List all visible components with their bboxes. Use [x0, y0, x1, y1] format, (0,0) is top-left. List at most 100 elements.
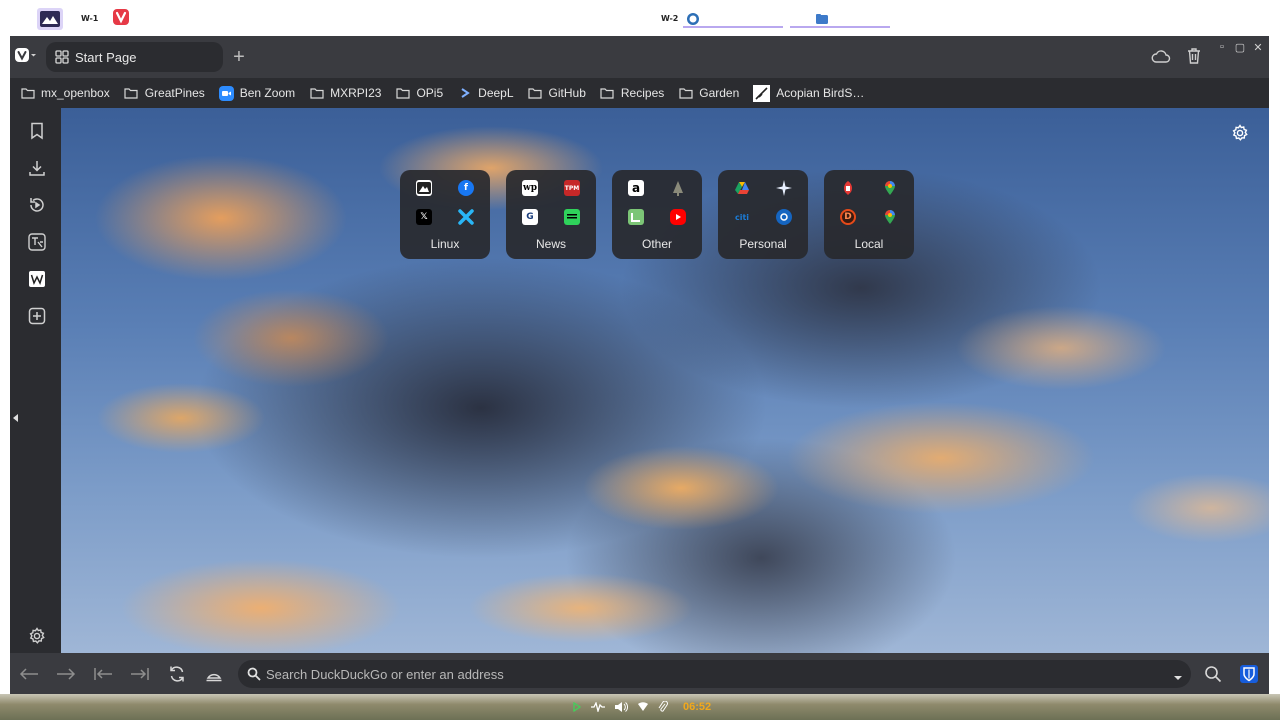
window-indicator-github	[683, 26, 783, 28]
bookmark-mxrpi23[interactable]: MXRPI23	[309, 86, 381, 101]
maps-pin-icon[interactable]	[882, 209, 898, 225]
wifi-icon[interactable]	[637, 702, 649, 712]
vivaldi-taskbar-icon[interactable]	[112, 8, 130, 30]
chevron-down-icon[interactable]	[1173, 670, 1183, 680]
bookmark-greatpines[interactable]: GreatPines	[124, 86, 205, 101]
close-button[interactable]: ✕	[1251, 40, 1265, 54]
google-drive-icon[interactable]	[734, 180, 750, 196]
reload-icon[interactable]	[167, 664, 187, 684]
bookmark-acopian-birdseed[interactable]: Acopian BirdS…	[753, 84, 864, 102]
green-news-icon[interactable]	[564, 209, 580, 225]
bookmark-opi5[interactable]: OPi5	[395, 86, 443, 101]
bookmark-garden[interactable]: Garden	[678, 86, 739, 101]
volume-icon[interactable]	[614, 701, 628, 713]
tab-start-page[interactable]: Start Page	[46, 42, 223, 72]
browser-window: Start Page + ▫ ▢ ✕ mx_openbox GreatPines	[10, 36, 1269, 694]
bookmark-recipes[interactable]: Recipes	[600, 86, 664, 101]
forward-arrow-icon[interactable]	[56, 664, 76, 684]
bookmark-github[interactable]: GitHub	[528, 86, 586, 101]
bitwarden-icon[interactable]	[1239, 664, 1259, 684]
wp-icon[interactable]: wp	[522, 180, 538, 196]
bookmark-label: GitHub	[548, 86, 586, 100]
speed-dial-folder-linux[interactable]: f 𝕏 Linux	[400, 170, 490, 259]
side-panel	[10, 108, 61, 653]
google-news-icon[interactable]: G	[522, 209, 538, 225]
top-taskbar: W-1 W-2	[0, 0, 1280, 36]
blue-circle-icon[interactable]	[776, 209, 792, 225]
system-tray: 06:52	[0, 694, 1280, 720]
x-icon[interactable]: 𝕏	[416, 209, 432, 225]
tab-title: Start Page	[75, 49, 137, 65]
home-icon[interactable]	[204, 664, 224, 684]
folder-icon	[528, 86, 543, 101]
bookmark-label: OPi5	[416, 86, 444, 100]
settings-gear-icon[interactable]	[27, 626, 47, 646]
translate-panel-icon[interactable]	[27, 232, 47, 252]
search-icon	[247, 667, 261, 681]
bookmark-label: Garden	[699, 86, 740, 100]
speed-dial-folder-news[interactable]: wp TPM G News	[506, 170, 596, 259]
bookmark-bar: mx_openbox GreatPines Ben Zoom MXRPI23 O…	[10, 78, 1269, 108]
window-indicator-files	[790, 26, 890, 28]
d-logo-icon[interactable]: D	[840, 209, 856, 225]
green-card-icon[interactable]	[628, 209, 644, 225]
cross-icon[interactable]	[458, 209, 474, 225]
star-icon[interactable]	[776, 180, 792, 196]
sync-cloud-icon[interactable]	[1151, 48, 1171, 66]
bookmark-deepl[interactable]: DeepL	[457, 86, 514, 101]
start-page: f 𝕏 Linux wp TPM G News a Other citi Per…	[61, 108, 1269, 653]
play-icon[interactable]	[572, 702, 582, 712]
bookmark-label: GreatPines	[144, 86, 205, 100]
workspace-2-label[interactable]: W-2	[661, 0, 678, 36]
folder-icon	[600, 86, 615, 101]
trash-icon[interactable]	[1186, 47, 1202, 65]
speed-dial-folder-personal[interactable]: citi Personal	[718, 170, 808, 259]
new-tab-button[interactable]: +	[228, 46, 250, 68]
vivaldi-menu-button[interactable]	[14, 44, 38, 66]
bookmarks-panel-icon[interactable]	[27, 121, 47, 141]
speed-dial-label: Personal	[739, 237, 787, 251]
bookmark-label: Recipes	[620, 86, 665, 100]
clock[interactable]: 06:52	[683, 701, 711, 713]
minimize-button[interactable]: ▫	[1215, 40, 1229, 54]
workspace-1-label[interactable]: W-1	[81, 0, 98, 36]
speed-dial-label: Local	[854, 237, 884, 251]
network-activity-icon[interactable]	[591, 702, 605, 712]
address-toolbar: Search DuckDuckGo or enter an address	[10, 653, 1269, 694]
bookmark-mx-openbox[interactable]: mx_openbox	[20, 86, 110, 101]
file-manager-taskbar-icon[interactable]	[815, 12, 829, 34]
speed-dial-label: Linux	[430, 237, 460, 251]
red-logo-icon[interactable]	[840, 180, 856, 196]
bookmark-ben-zoom[interactable]: Ben Zoom	[218, 85, 295, 101]
search-button-icon[interactable]	[1203, 664, 1223, 684]
image-viewer-app-icon[interactable]	[37, 8, 63, 30]
folder-icon	[309, 86, 324, 101]
address-bar[interactable]: Search DuckDuckGo or enter an address	[238, 660, 1191, 688]
speed-dial-folder-other[interactable]: a Other	[612, 170, 702, 259]
paperclip-icon[interactable]	[658, 701, 668, 713]
speed-dial-folder-local[interactable]: D Local	[824, 170, 914, 259]
amazon-icon[interactable]: a	[628, 180, 644, 196]
tpm-icon[interactable]: TPM	[564, 180, 580, 196]
address-placeholder: Search DuckDuckGo or enter an address	[266, 666, 504, 682]
youtube-icon[interactable]	[670, 209, 686, 225]
tree-icon[interactable]	[670, 180, 686, 196]
grid-icon	[55, 50, 69, 64]
bookmark-label: MXRPI23	[330, 86, 382, 100]
back-arrow-icon[interactable]	[19, 664, 39, 684]
maps-pin-icon[interactable]	[882, 180, 898, 196]
zoom-icon	[218, 85, 234, 101]
github-taskbar-icon[interactable]	[686, 12, 700, 34]
citi-icon[interactable]: citi	[734, 209, 750, 225]
wikipedia-panel-icon[interactable]	[27, 269, 47, 289]
history-panel-icon[interactable]	[27, 195, 47, 215]
maximize-button[interactable]: ▢	[1233, 40, 1247, 54]
start-page-settings-icon[interactable]	[1231, 124, 1249, 142]
collapse-panel-arrow-icon[interactable]	[12, 410, 20, 422]
fast-forward-icon[interactable]	[130, 664, 150, 684]
facebook-icon[interactable]: f	[458, 180, 474, 196]
rewind-icon[interactable]	[93, 664, 113, 684]
downloads-panel-icon[interactable]	[27, 158, 47, 178]
pix-icon[interactable]	[416, 180, 432, 196]
add-web-panel-icon[interactable]	[27, 306, 47, 326]
